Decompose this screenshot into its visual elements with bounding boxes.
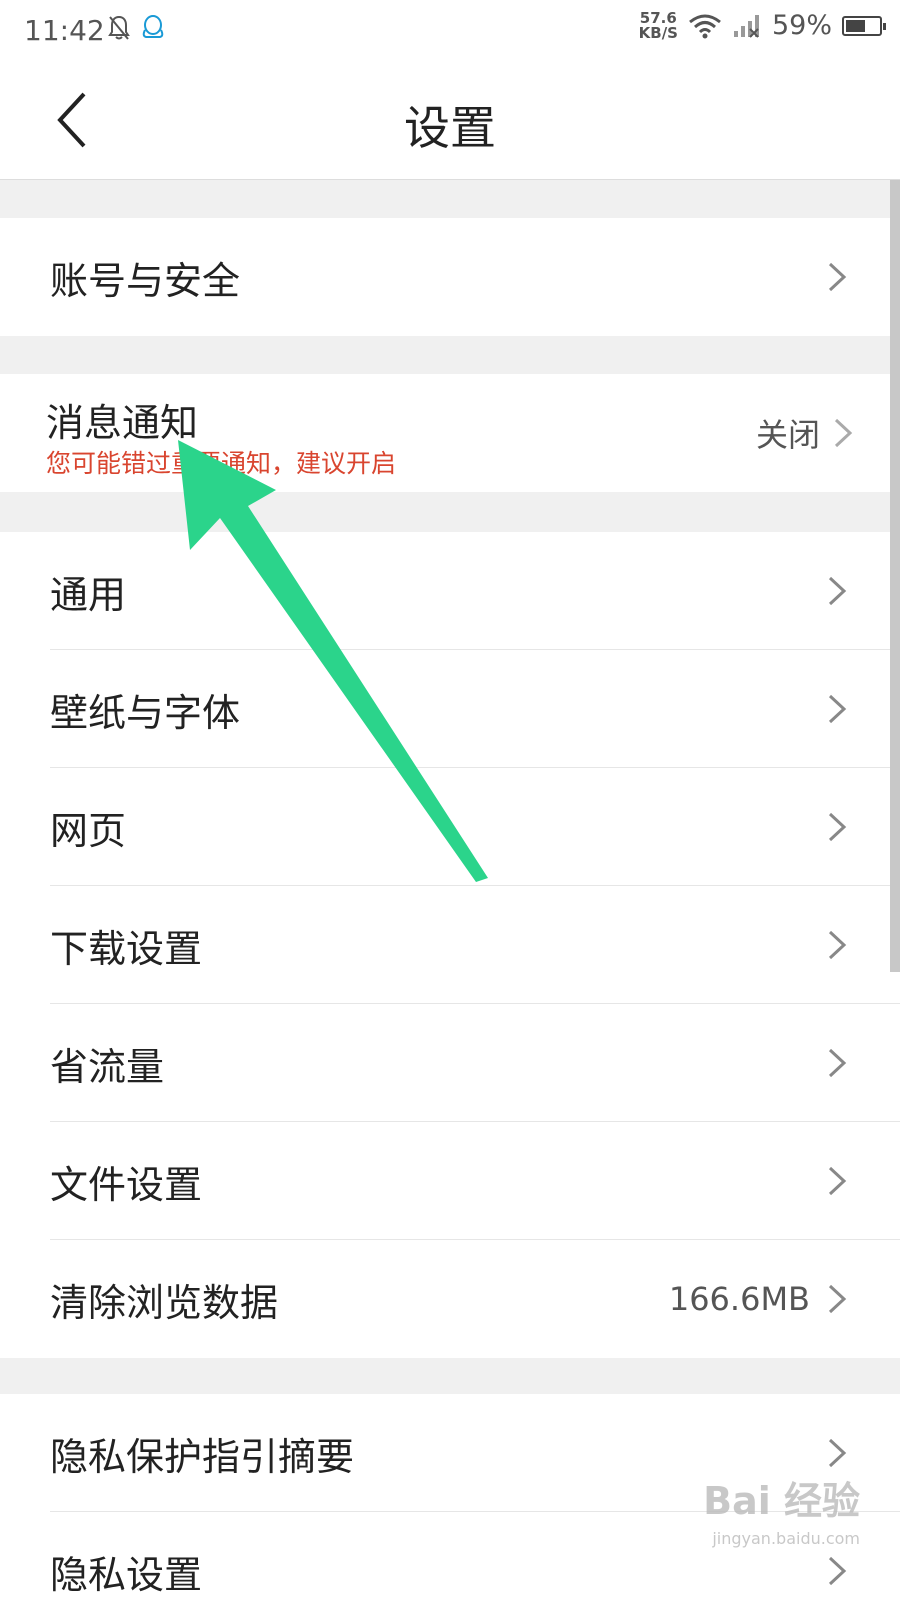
battery-fill — [846, 19, 865, 32]
status-left-icons — [108, 14, 166, 42]
bell-muted-icon — [108, 15, 130, 40]
status-time: 11:42 — [24, 14, 105, 47]
status-bar: 11:42 57.6 KB/S 59% — [0, 0, 900, 64]
chevron-right-icon — [828, 1048, 847, 1078]
header: 设置 — [0, 64, 900, 180]
network-speed: 57.6 KB/S — [638, 10, 678, 42]
setting-item-file[interactable]: 文件设置 — [0, 1122, 900, 1240]
scrollbar[interactable] — [890, 180, 900, 972]
setting-item-data-saver[interactable]: 省流量 — [0, 1004, 900, 1122]
setting-item-label: 文件设置 — [50, 1162, 203, 1207]
chevron-right-icon — [828, 576, 847, 606]
setting-item-download[interactable]: 下载设置 — [0, 886, 900, 1004]
setting-item-general[interactable]: 通用 — [0, 532, 900, 650]
network-speed-unit: KB/S — [638, 23, 678, 42]
wifi-icon — [689, 14, 721, 38]
setting-item-label: 网页 — [50, 808, 127, 853]
section-notify: 消息通知 您可能错过重要通知，建议开启 关闭 — [0, 374, 900, 492]
chevron-right-icon — [828, 262, 847, 292]
setting-item-label: 隐私设置 — [50, 1552, 203, 1597]
chevron-right-icon — [828, 930, 847, 960]
setting-item-label: 壁纸与字体 — [50, 690, 241, 735]
setting-item-value: 关闭 — [755, 416, 820, 454]
cell-signal-icon — [733, 14, 759, 38]
chevron-right-icon — [834, 418, 853, 448]
setting-item-webpage[interactable]: 网页 — [0, 768, 900, 886]
setting-item-label: 隐私保护指引摘要 — [50, 1434, 355, 1479]
page-title: 设置 — [404, 101, 496, 155]
battery-icon — [842, 15, 886, 36]
chevron-right-icon — [828, 1284, 847, 1314]
setting-item-label: 下载设置 — [50, 926, 203, 971]
setting-item-wallpaper-font[interactable]: 壁纸与字体 — [0, 650, 900, 768]
setting-item-notifications[interactable]: 消息通知 您可能错过重要通知，建议开启 关闭 — [0, 374, 900, 492]
setting-item-label: 通用 — [50, 572, 127, 617]
chevron-right-icon — [828, 694, 847, 724]
chevron-right-icon — [828, 1166, 847, 1196]
watermark-url: jingyan.baidu.com — [712, 1529, 860, 1548]
baidu-watermark: Bai 经验 jingyan.baidu.com — [703, 1470, 860, 1548]
battery-percent: 59% — [771, 10, 832, 41]
setting-item-account-security[interactable]: 账号与安全 — [0, 218, 900, 336]
setting-item-label: 消息通知 — [46, 401, 199, 445]
setting-item-label: 清除浏览数据 — [50, 1280, 279, 1325]
chevron-right-icon — [828, 812, 847, 842]
notification-warning: 您可能错过重要通知，建议开启 — [46, 449, 397, 478]
section-account: 账号与安全 — [0, 218, 900, 336]
section-general: 通用 壁纸与字体 网页 下载设置 省流量 文件设置 清除浏览数据 166.6MB — [0, 532, 900, 1358]
chevron-right-icon — [828, 1438, 847, 1468]
watermark-brand: Bai 经验 — [703, 1479, 860, 1523]
setting-item-value: 166.6MB — [668, 1280, 810, 1318]
setting-item-clear-data[interactable]: 清除浏览数据 166.6MB — [0, 1240, 900, 1358]
setting-item-label: 省流量 — [50, 1044, 165, 1089]
chevron-right-icon — [828, 1556, 847, 1586]
qq-icon — [142, 15, 164, 38]
setting-item-label: 账号与安全 — [50, 258, 241, 303]
status-right: 57.6 KB/S 59% — [638, 10, 886, 42]
